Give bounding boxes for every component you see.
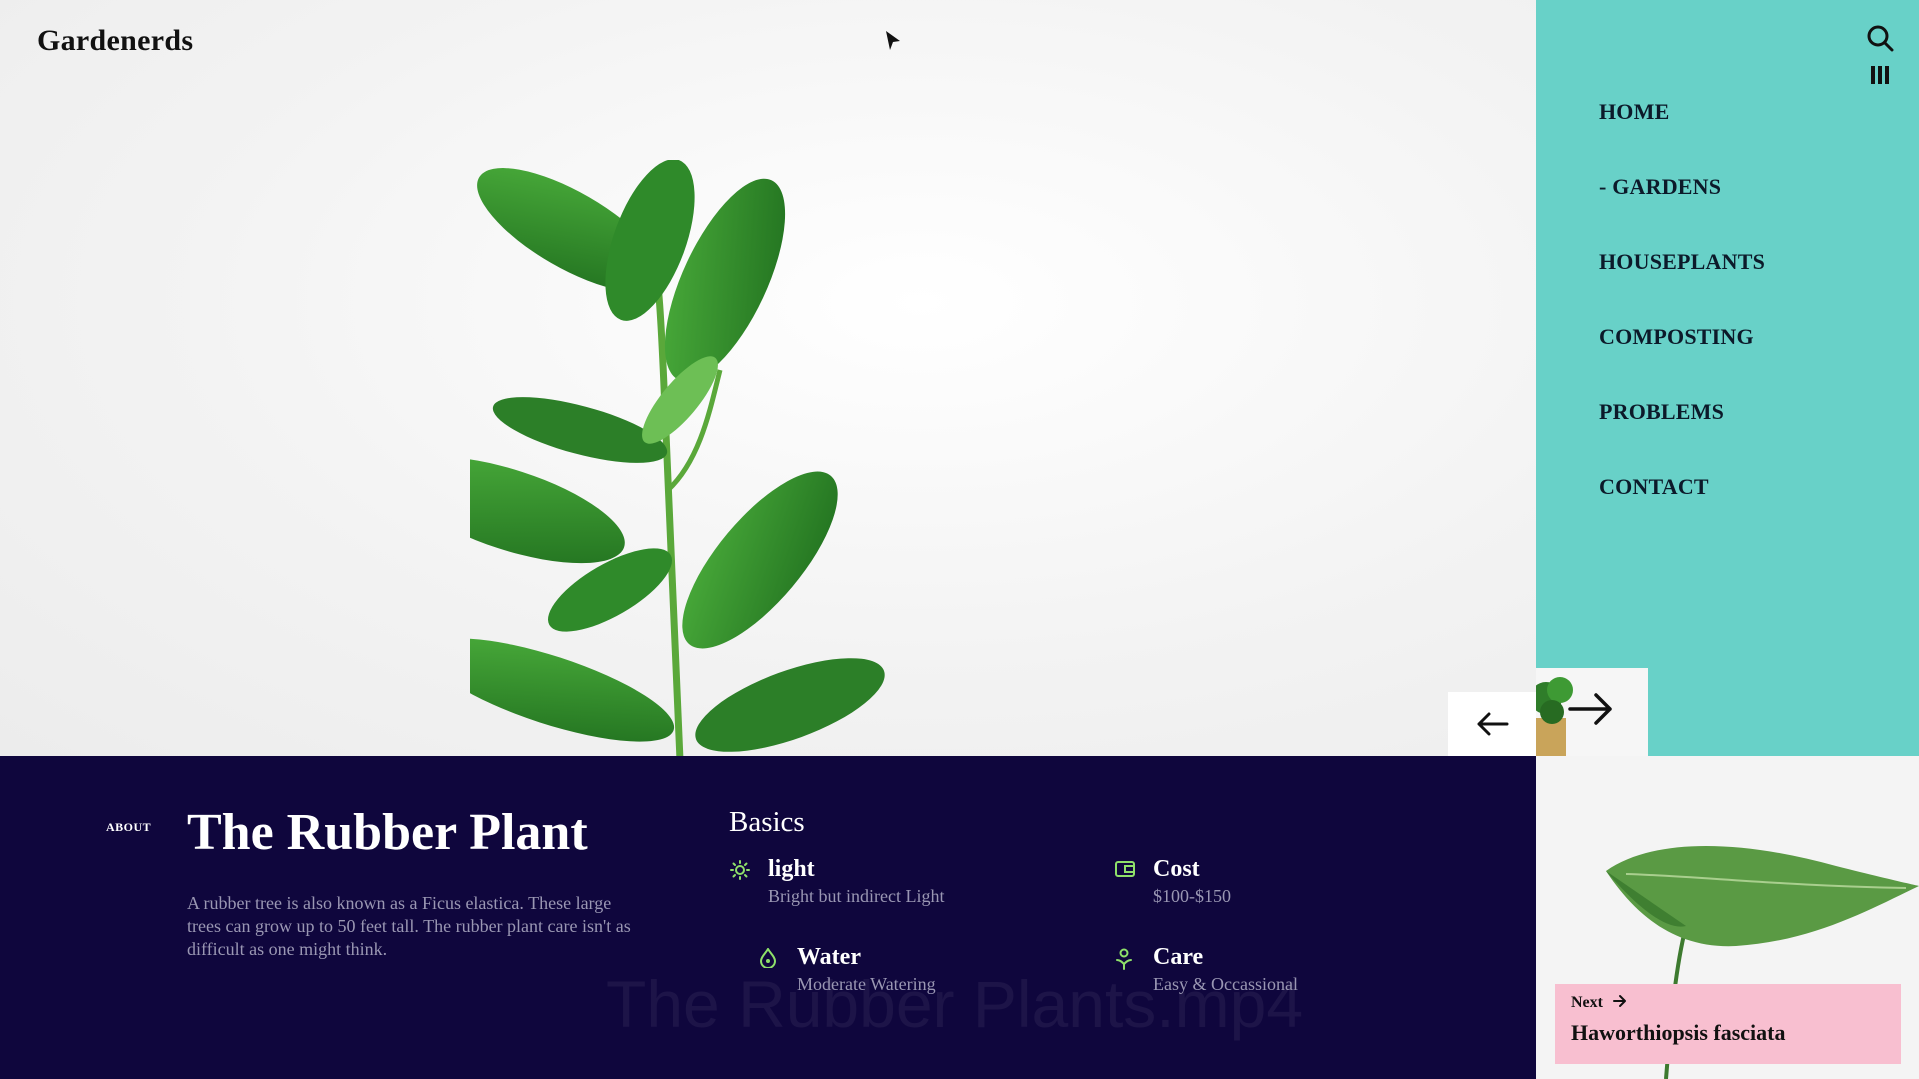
- cost-value: $100-$150: [1153, 886, 1231, 906]
- brand-logo[interactable]: Gardenerds: [37, 24, 193, 58]
- arrow-left-icon: [1477, 712, 1509, 736]
- nav-item-houseplants[interactable]: HOUSEPLANTS: [1599, 250, 1765, 325]
- cost-label: Cost: [1153, 856, 1200, 882]
- rubber-plant-image: [470, 160, 885, 756]
- mouse-cursor-icon: [886, 31, 900, 50]
- prev-slide-button[interactable]: [1448, 692, 1536, 756]
- nav-menu: HOME - GARDENS HOUSEPLANTS COMPOSTING PR…: [1599, 100, 1765, 550]
- basics-title: Basics: [729, 806, 805, 838]
- water-label: Water: [797, 944, 861, 970]
- hero: Gardenerds: [0, 0, 1536, 756]
- next-plant-name: Haworthiopsis fasciata: [1571, 1020, 1786, 1045]
- care-hand-icon: [1116, 948, 1132, 970]
- wallet-icon: [1115, 861, 1135, 877]
- nav-item-home[interactable]: HOME: [1599, 100, 1765, 175]
- search-icon[interactable]: [1866, 24, 1894, 52]
- next-plant-card[interactable]: Next Haworthiopsis fasciata: [1555, 984, 1901, 1064]
- menu-icon[interactable]: [1869, 64, 1891, 86]
- nav-item-contact[interactable]: CONTACT: [1599, 475, 1765, 550]
- care-label: Care: [1153, 944, 1204, 970]
- plant-description: A rubber tree is also known as a Ficus e…: [187, 893, 631, 959]
- nav-item-composting[interactable]: COMPOSTING: [1599, 325, 1765, 400]
- light-label: light: [768, 856, 815, 882]
- care-value: Easy & Occassional: [1153, 974, 1298, 994]
- about-label: ABOUT: [106, 820, 152, 834]
- nav-item-gardens[interactable]: - GARDENS: [1599, 175, 1765, 250]
- light-value: Bright but indirect Light: [768, 886, 945, 906]
- plant-title: The Rubber Plant: [187, 804, 588, 861]
- water-drop-icon: [759, 948, 777, 968]
- sun-icon: [730, 860, 750, 880]
- plant-info-panel: ABOUT The Rubber Plant A rubber tree is …: [0, 756, 1536, 1079]
- next-label: Next: [1571, 994, 1603, 1011]
- water-value: Moderate Watering: [797, 974, 936, 994]
- next-slide-thumbnail[interactable]: [1536, 668, 1648, 756]
- arrow-right-small-icon: [1613, 995, 1626, 1007]
- nav-item-problems[interactable]: PROBLEMS: [1599, 400, 1765, 475]
- arrow-right-icon[interactable]: [1568, 692, 1614, 726]
